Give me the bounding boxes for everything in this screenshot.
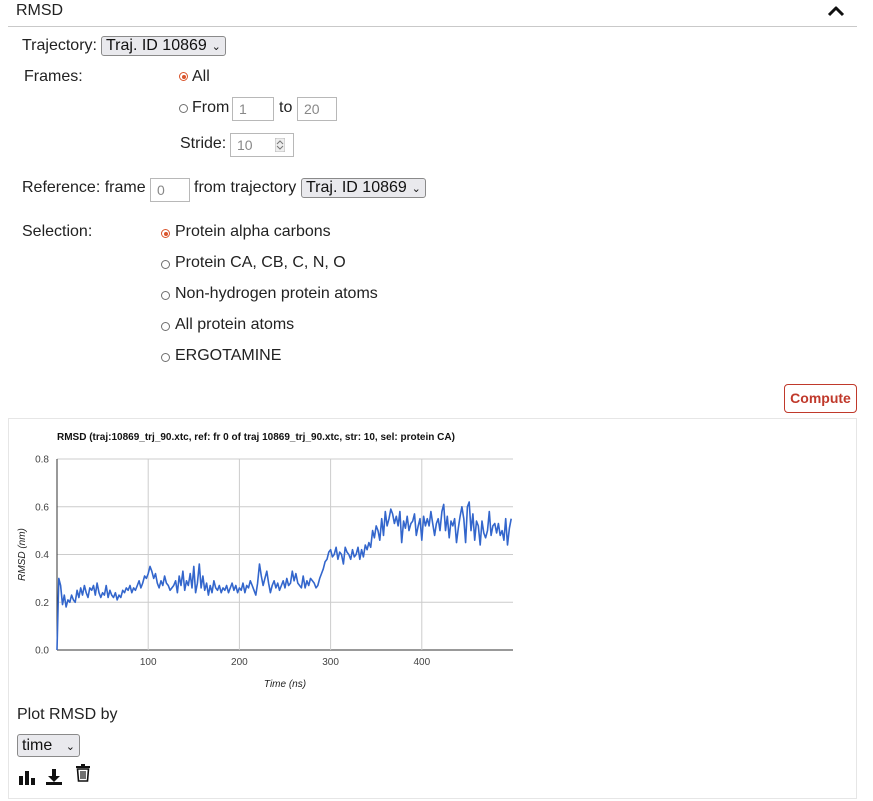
chart-type-button[interactable] — [18, 768, 36, 791]
x-axis-label: Time (ns) — [264, 679, 306, 690]
y-tick-label: 0.0 — [35, 646, 49, 657]
y-axis-label: RMSD (nm) — [17, 528, 28, 581]
y-tick-label: 0.2 — [35, 598, 49, 609]
x-tick-label: 400 — [413, 657, 430, 668]
y-tick-label: 0.4 — [35, 550, 49, 561]
rmsd-series-line — [56, 501, 512, 651]
trash-icon — [76, 764, 90, 782]
plot-by-label: Plot RMSD by — [17, 706, 118, 723]
rmsd-chart: 0.0 0.2 0.4 0.6 0.8 100 200 300 400 Time (ns) RMSD… — [17, 455, 513, 690]
y-tick-label: 0.6 — [35, 502, 49, 513]
plot-by-select[interactable]: time ⌄ — [17, 734, 80, 757]
delete-button[interactable] — [75, 764, 91, 787]
x-tick-label: 300 — [322, 657, 339, 668]
chevron-down-icon: ⌄ — [65, 741, 75, 753]
x-tick-label: 100 — [140, 657, 157, 668]
bar-chart-icon — [19, 771, 35, 785]
x-tick-label: 200 — [231, 657, 248, 668]
download-icon — [46, 769, 62, 785]
y-tick-label: 0.8 — [35, 455, 49, 466]
download-button[interactable] — [45, 768, 63, 791]
plot-by-value: time — [22, 737, 53, 754]
